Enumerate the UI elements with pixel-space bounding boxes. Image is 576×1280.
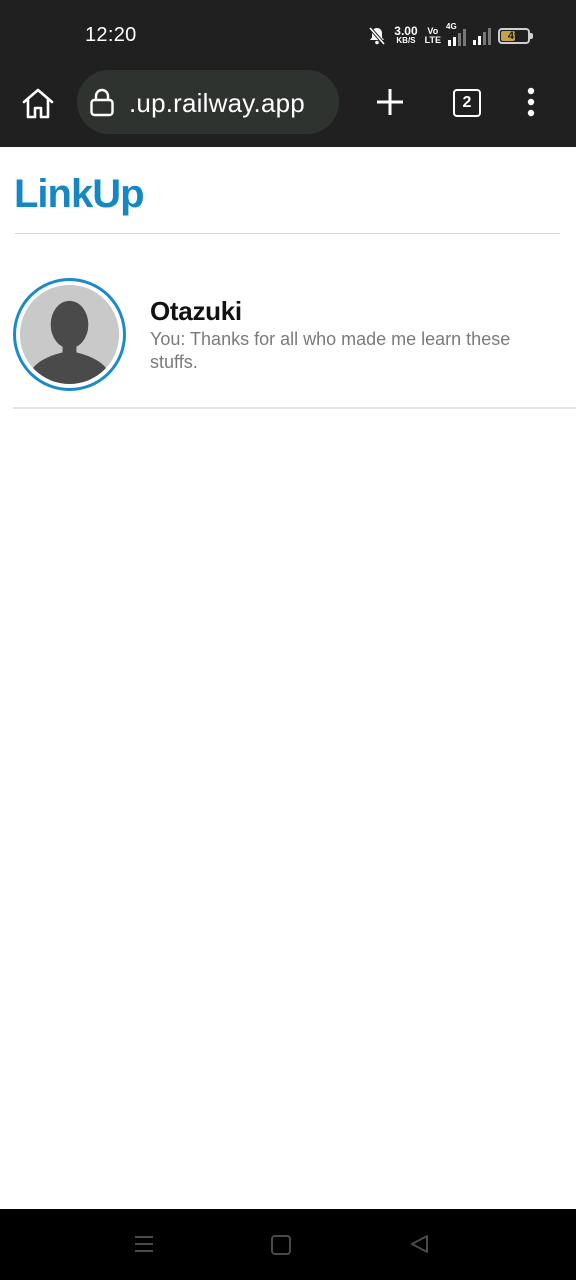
battery-level: 49 — [507, 30, 521, 42]
address-bar[interactable]: .up.railway.app — [77, 70, 339, 134]
lock-icon[interactable] — [89, 87, 115, 117]
home-icon[interactable] — [18, 84, 58, 124]
recents-menu-icon[interactable] — [133, 1233, 155, 1255]
volte-bottom: LTE — [424, 35, 441, 45]
chat-name: Otazuki — [150, 296, 242, 326]
status-icons: 3.00 KB/S Vo LTE 4G 49 — [367, 22, 533, 50]
chat-preview: You: Thanks for all who made me learn th… — [150, 329, 511, 372]
url-text[interactable]: .up.railway.app — [129, 88, 305, 119]
more-vert-icon[interactable] — [520, 86, 542, 118]
person-silhouette-icon — [20, 285, 119, 384]
tab-switcher-button[interactable]: 2 — [453, 89, 481, 117]
app-logo[interactable]: LinkUp — [14, 172, 145, 217]
system-nav-bar — [0, 1209, 576, 1280]
default-person-avatar — [20, 285, 119, 384]
volte-indicator: Vo LTE — [425, 27, 441, 45]
status-time: 12:20 — [85, 24, 137, 46]
battery-icon: 49 — [498, 28, 533, 44]
net-speed-indicator: 3.00 KB/S — [394, 24, 418, 45]
network-type: 4G — [446, 22, 457, 31]
chat-list-item[interactable]: Otazuki You: Thanks for all who made me … — [0, 268, 576, 409]
tab-count: 2 — [462, 94, 472, 111]
plus-icon[interactable] — [374, 86, 406, 118]
net-speed-value: 3.00 — [394, 24, 418, 38]
status-bar: 12:20 3.00 KB/S Vo LTE 4G 49 — [0, 0, 576, 68]
browser-toolbar: .up.railway.app 2 — [0, 68, 576, 147]
back-triangle-icon[interactable] — [408, 1233, 430, 1255]
avatar[interactable] — [13, 278, 126, 391]
mute-bell-icon — [368, 26, 386, 46]
signal-4g: 4G — [446, 22, 466, 46]
chat-divider — [13, 407, 576, 409]
signal-strength-icon — [473, 27, 491, 45]
home-square-icon[interactable] — [271, 1235, 291, 1255]
header-divider — [15, 233, 560, 234]
net-speed-unit: KB/S — [396, 36, 416, 45]
